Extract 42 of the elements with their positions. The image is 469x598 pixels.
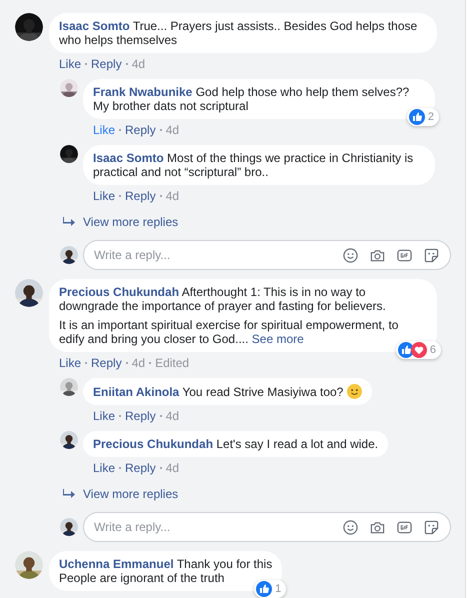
view-more-replies-link[interactable]: View more replies	[83, 213, 178, 231]
sticker-icon[interactable]	[424, 248, 439, 263]
author-name[interactable]: Frank Nwabunike	[93, 85, 192, 99]
comment-text: Eniitan Akinola You read Strive Masiyiwa too?	[93, 384, 362, 399]
reply-link[interactable]: Reply	[91, 57, 122, 71]
reply-link[interactable]: Reply	[125, 409, 156, 423]
author-name[interactable]: Eniitan Akinola	[93, 385, 180, 399]
comment-text: Precious Chukundah Afterthought 1: This is in no way to downgrade the importance of prayer and fasting for believers.	[59, 285, 387, 313]
like-link[interactable]: Like	[59, 356, 82, 370]
reply-input-field[interactable]: Write a reply...	[83, 512, 451, 542]
reaction-count: 1	[275, 582, 282, 596]
comment-text: Isaac Somto True... Prayers just assists.. Besides God helps those who helps themselves	[59, 19, 418, 47]
reply-link[interactable]: Reply	[91, 356, 122, 370]
gif-icon[interactable]	[397, 520, 412, 535]
author-name[interactable]: Precious Chukundah	[59, 285, 180, 299]
reply-link[interactable]: Reply	[125, 189, 156, 203]
reaction-count: 2	[428, 110, 434, 124]
reply-link[interactable]: Reply	[125, 461, 156, 475]
author-name[interactable]: Isaac Somto	[59, 19, 130, 33]
like-link[interactable]: Like	[93, 123, 116, 137]
comment-text: Precious Chukundah Let's say I read a lot and wide.	[93, 437, 378, 451]
emoji-icon[interactable]	[343, 248, 358, 263]
sticker-icon[interactable]	[424, 520, 439, 535]
author-name[interactable]: Precious Chukundah	[93, 437, 214, 451]
like-link[interactable]: Like	[93, 189, 116, 203]
see-more-link[interactable]: See more	[252, 332, 304, 346]
view-more-replies-link[interactable]: View more replies	[83, 485, 178, 503]
reaction-count: 6	[430, 343, 436, 357]
like-link[interactable]: Like	[93, 409, 116, 423]
gif-icon[interactable]	[397, 248, 412, 263]
comment-text: Isaac Somto Most of the things we practice in Christianity is practical and not “scriptural” bro..	[93, 151, 414, 179]
reply-input-field[interactable]: Write a reply...	[83, 240, 451, 270]
emoji-icon[interactable]	[343, 520, 358, 535]
like-link[interactable]: Like	[93, 461, 116, 475]
author-name[interactable]: Isaac Somto	[93, 151, 164, 165]
like-link[interactable]: Like	[59, 57, 82, 71]
reply-link[interactable]: Reply	[125, 123, 156, 137]
camera-icon[interactable]	[370, 520, 385, 535]
reply-arrow-icon	[63, 217, 75, 227]
reply-arrow-icon	[63, 489, 75, 499]
author-name[interactable]: Uchenna Emmanuel	[59, 557, 174, 571]
camera-icon[interactable]	[370, 248, 385, 263]
